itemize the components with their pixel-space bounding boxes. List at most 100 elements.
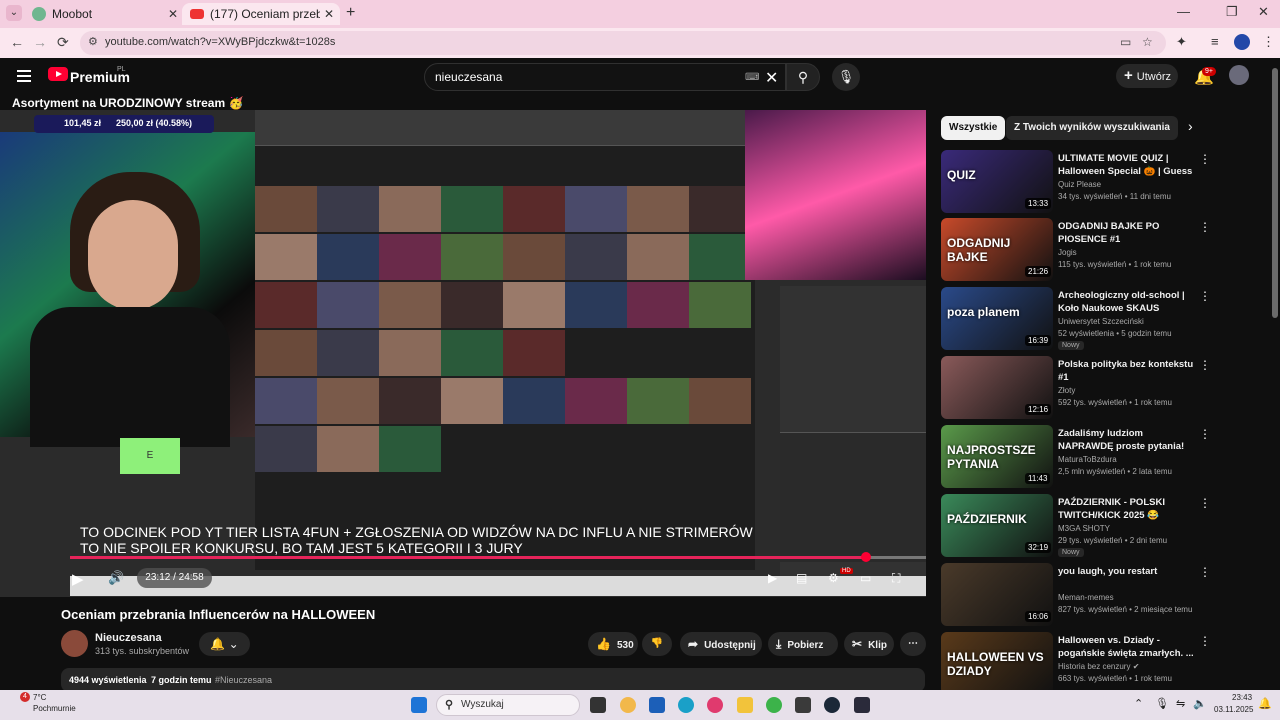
more-vert-icon[interactable]: ⋮ — [1199, 634, 1211, 648]
forward-button[interactable]: → — [33, 34, 47, 50]
recommendation-channel[interactable]: Złoty — [1058, 386, 1075, 395]
clock-date[interactable]: 03.11.2025 — [1214, 705, 1253, 714]
chrome-icon[interactable] — [766, 697, 782, 713]
address-bar[interactable]: ⚙ youtube.com/watch?v=XWyBPjdczkw&t=1028… — [80, 31, 1166, 55]
recommendation-channel[interactable]: MaturaToBzdura — [1058, 455, 1117, 464]
recommendation-title[interactable]: you laugh, you restart — [1058, 565, 1194, 578]
search-input[interactable]: nieuczesana ⌨ ✕ — [424, 63, 786, 91]
clear-search-icon[interactable]: ✕ — [765, 68, 778, 88]
video-thumbnail[interactable]: HALLOWEEN VS DZIADY — [941, 632, 1053, 695]
recommendation-channel[interactable]: M3GA SHOTY — [1058, 524, 1110, 533]
recommendation-item[interactable]: 16:06 you laugh, you restart Meman-memes 82… — [941, 563, 1213, 627]
more-actions-button[interactable]: ⋯ — [900, 632, 926, 656]
site-info-icon[interactable]: ⚙ — [88, 35, 98, 48]
more-vert-icon[interactable]: ⋮ — [1199, 565, 1211, 579]
microphone-tray-icon[interactable]: 🎙 — [1155, 697, 1169, 710]
close-tab-icon[interactable]: ✕ — [324, 3, 334, 25]
volume-icon[interactable]: 🔊 — [108, 570, 124, 586]
subtitles-icon[interactable]: ▤ — [796, 571, 807, 585]
recommendation-channel[interactable]: Uniwersytet Szczeciński — [1058, 317, 1144, 326]
profile-avatar[interactable] — [1234, 34, 1250, 50]
like-button[interactable]: 👍 530 — [588, 632, 638, 656]
recommendation-title[interactable]: Polska polityka bez kontekstu #1 — [1058, 358, 1194, 384]
recommendation-title[interactable]: Zadaliśmy ludziom NAPRAWDĘ proste pytani… — [1058, 427, 1194, 453]
notification-center-icon[interactable]: 🔔 — [1258, 697, 1272, 710]
recommendation-channel[interactable]: Quiz Please — [1058, 180, 1101, 189]
subscription-bell-button[interactable]: 🔔 ⌄ — [199, 632, 250, 656]
taskbar-search[interactable]: ⚲ Wyszukaj — [436, 694, 580, 716]
windows-start-icon[interactable] — [411, 697, 427, 713]
recommendation-title[interactable]: Archeologiczny old-school | Koło Naukowe… — [1058, 289, 1194, 315]
fullscreen-icon[interactable]: ⛶ — [892, 571, 900, 586]
app-icon[interactable] — [620, 697, 636, 713]
game-app-icon[interactable] — [854, 697, 870, 713]
browser-menu-icon[interactable]: ⋮ — [1262, 34, 1275, 50]
scrollbar[interactable] — [1272, 68, 1278, 318]
recommendation-title[interactable]: ODGADNIJ BAJKE PO PIOSENCE #1 — [1058, 220, 1194, 246]
clip-button[interactable]: ✂ Klip — [844, 632, 894, 656]
show-hidden-icons-icon[interactable]: ⌃ — [1134, 697, 1143, 710]
autoplay-toggle-icon[interactable]: ▶ — [768, 571, 777, 585]
description-box[interactable]: 4944 wyświetlenia 7 godzin temu #Nieucze… — [61, 668, 925, 692]
more-vert-icon[interactable]: ⋮ — [1199, 289, 1211, 303]
network-icon[interactable]: ⇋ — [1176, 697, 1185, 710]
obs-icon[interactable] — [795, 697, 811, 713]
recommendation-item[interactable]: HALLOWEEN VS DZIADY Halloween vs. Dziady … — [941, 632, 1213, 696]
recommendation-item[interactable]: NAJPROSTSZE PYTANIA 11:43 Zadaliśmy ludzio… — [941, 425, 1213, 489]
create-button[interactable]: + Utwórz — [1116, 64, 1178, 88]
voice-search-button[interactable]: 🎙 — [832, 63, 860, 91]
extensions-icon[interactable]: ✦ — [1176, 34, 1187, 50]
more-vert-icon[interactable]: ⋮ — [1199, 152, 1211, 166]
tab-list-button[interactable]: ⌄ — [6, 5, 22, 21]
browser-tab-moobot[interactable]: Moobot ✕ — [24, 3, 184, 25]
channel-name[interactable]: Nieuczesana — [95, 632, 162, 644]
play-icon[interactable]: ▶ — [72, 570, 84, 588]
clock-time[interactable]: 23:43 — [1232, 693, 1252, 702]
youtube-logo-icon[interactable] — [48, 67, 68, 81]
weather-description[interactable]: Pochmurnie — [33, 704, 76, 713]
edge-icon[interactable] — [678, 697, 694, 713]
hamburger-menu-icon[interactable] — [17, 70, 31, 85]
recommendation-channel[interactable]: Historia bez cenzury ✔ — [1058, 662, 1139, 671]
minimize-icon[interactable]: — — [1177, 4, 1190, 19]
theater-mode-icon[interactable]: ▭ — [860, 571, 871, 585]
dislike-button[interactable]: 👎 — [642, 632, 672, 656]
bookmark-star-icon[interactable]: ☆ — [1142, 35, 1153, 49]
chip-all[interactable]: Wszystkie — [941, 116, 1006, 140]
progress-bar[interactable] — [70, 552, 926, 562]
back-button[interactable]: ← — [10, 34, 24, 50]
new-tab-button[interactable]: + — [346, 4, 355, 22]
video-player[interactable]: 101,45 zł 250,00 zł (40.58%) E TO ODCINE… — [0, 110, 926, 597]
reload-button[interactable]: ⟳ — [57, 34, 69, 51]
install-app-icon[interactable]: ▭ — [1120, 35, 1131, 49]
opera-icon[interactable] — [707, 697, 723, 713]
recommendation-channel[interactable]: Meman-memes — [1058, 593, 1114, 602]
file-explorer-icon[interactable] — [737, 697, 753, 713]
task-view-icon[interactable] — [590, 697, 606, 713]
search-button[interactable]: ⚲ — [786, 63, 820, 91]
recommendation-item[interactable]: ODGADNIJ BAJKE 21:26 ODGADNIJ BAJKE PO PIO… — [941, 218, 1213, 282]
recommendation-item[interactable]: PAŹDZIERNIK 32:19 PAŹDZIERNIK - POLSKI TWI… — [941, 494, 1213, 558]
recommendation-item[interactable]: 12:16 Polska polityka bez kontekstu #1 Zło… — [941, 356, 1213, 420]
hashtag-link[interactable]: #Nieuczesana — [215, 675, 272, 685]
recommendation-title[interactable]: PAŹDZIERNIK - POLSKI TWITCH/KICK 2025 😂 — [1058, 496, 1194, 522]
keyboard-icon[interactable]: ⌨ — [745, 72, 759, 83]
weather-temperature[interactable]: 7°C — [33, 693, 46, 702]
media-controls-icon[interactable]: ≡ — [1211, 34, 1219, 49]
outlook-icon[interactable] — [649, 697, 665, 713]
chip-from-search[interactable]: Z Twoich wyników wyszukiwania — [1006, 116, 1178, 140]
speaker-icon[interactable]: 🔈 — [1193, 697, 1207, 710]
account-avatar[interactable] — [1229, 65, 1249, 85]
browser-tab-youtube[interactable]: (177) Oceniam przebrania Influ ✕ — [182, 3, 340, 25]
more-vert-icon[interactable]: ⋮ — [1199, 427, 1211, 441]
recommendation-title[interactable]: ULTIMATE MOVIE QUIZ | Halloween Special … — [1058, 152, 1194, 178]
more-vert-icon[interactable]: ⋮ — [1199, 496, 1211, 510]
recommendation-item[interactable]: QUIZ 13:33 ULTIMATE MOVIE QUIZ | Halloween… — [941, 150, 1213, 214]
download-button[interactable]: ⤓ Pobierz — [768, 632, 838, 656]
settings-gear-icon[interactable]: ⚙ — [828, 571, 839, 585]
close-tab-icon[interactable]: ✕ — [168, 3, 178, 25]
close-window-icon[interactable]: ✕ — [1258, 4, 1269, 20]
chevron-right-icon[interactable]: › — [1188, 118, 1193, 134]
channel-avatar[interactable] — [61, 630, 88, 657]
more-vert-icon[interactable]: ⋮ — [1199, 358, 1211, 372]
